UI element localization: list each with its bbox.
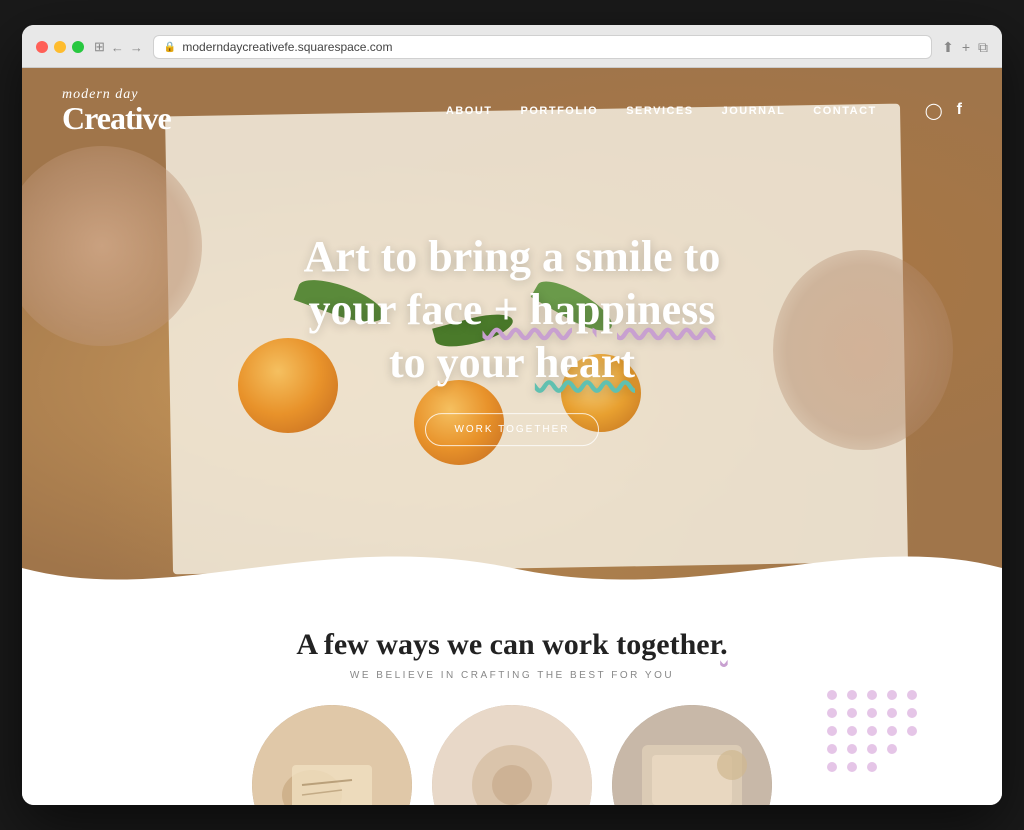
hero-title-plus: + happiness <box>482 285 715 334</box>
hero-content: Art to bring a smile to your face + happ… <box>262 231 762 446</box>
card-circle-2 <box>432 705 592 805</box>
section-title: A few ways we can work together. <box>62 628 962 662</box>
browser-actions: ⬆ + ⧉ <box>942 39 988 56</box>
address-bar[interactable]: 🔒 moderndaycreativefe.squarespace.com <box>153 35 932 59</box>
dots-decoration <box>822 685 922 785</box>
nav-social: ◯ f <box>925 101 962 121</box>
url-text: moderndaycreativefe.squarespace.com <box>182 40 392 54</box>
section-subtitle: WE BELIEVE IN CRAFTING THE BEST FOR YOU <box>62 670 962 681</box>
nav-portfolio[interactable]: PORTFOLIO <box>521 105 599 117</box>
hero-title: Art to bring a smile to your face + happ… <box>262 231 762 389</box>
tabs-icon[interactable]: ⧉ <box>978 39 988 56</box>
hero-title-line1: Art to bring a smile to <box>304 232 721 281</box>
section-title-text: A few ways we can work together <box>296 628 720 661</box>
hand-right <box>773 250 953 450</box>
section-title-period: . <box>720 628 728 661</box>
nav-journal[interactable]: JOURNAL <box>722 105 786 117</box>
browser-window: ⊞ ← → 🔒 moderndaycreativefe.squarespace.… <box>22 25 1002 805</box>
share-icon[interactable]: ⬆ <box>942 39 954 56</box>
facebook-icon[interactable]: f <box>957 101 962 121</box>
hero-section: modern day Creative ABOUT PORTFOLIO SERV… <box>22 68 1002 588</box>
instagram-icon[interactable]: ◯ <box>925 101 943 121</box>
forward-button[interactable]: → <box>130 40 143 55</box>
minimize-button[interactable] <box>54 41 66 53</box>
nav-services[interactable]: SERVICES <box>626 105 693 117</box>
bottom-wrapper: A few ways we can work together. WE BELI… <box>62 628 962 805</box>
browser-chrome: ⊞ ← → 🔒 moderndaycreativefe.squarespace.… <box>22 25 1002 68</box>
nav-about[interactable]: ABOUT <box>446 105 493 117</box>
hero-title-face: your face <box>309 285 483 334</box>
new-tab-icon[interactable]: + <box>962 39 970 56</box>
lock-icon: 🔒 <box>164 42 176 53</box>
nav-contact[interactable]: CONTACT <box>813 105 876 117</box>
close-button[interactable] <box>36 41 48 53</box>
maximize-button[interactable] <box>72 41 84 53</box>
logo-main: Creative <box>62 102 171 134</box>
work-together-button[interactable]: WORK TOGETHER <box>425 413 598 446</box>
main-nav: modern day Creative ABOUT PORTFOLIO SERV… <box>22 68 1002 154</box>
sidebar-toggle-icon[interactable]: ⊞ <box>94 39 105 55</box>
browser-controls: ⊞ ← → <box>94 39 143 55</box>
website-content: modern day Creative ABOUT PORTFOLIO SERV… <box>22 68 1002 805</box>
card-circle-1 <box>252 705 412 805</box>
logo[interactable]: modern day Creative <box>62 88 171 134</box>
card-circle-3 <box>612 705 772 805</box>
back-button[interactable]: ← <box>111 40 124 55</box>
traffic-lights <box>36 41 84 53</box>
wave-transition <box>22 528 1002 608</box>
nav-links: ABOUT PORTFOLIO SERVICES JOURNAL CONTACT… <box>446 101 962 121</box>
hero-title-heart: heart <box>535 338 635 387</box>
hero-title-toyour: to your <box>389 338 535 387</box>
bottom-section: A few ways we can work together. WE BELI… <box>22 608 1002 805</box>
